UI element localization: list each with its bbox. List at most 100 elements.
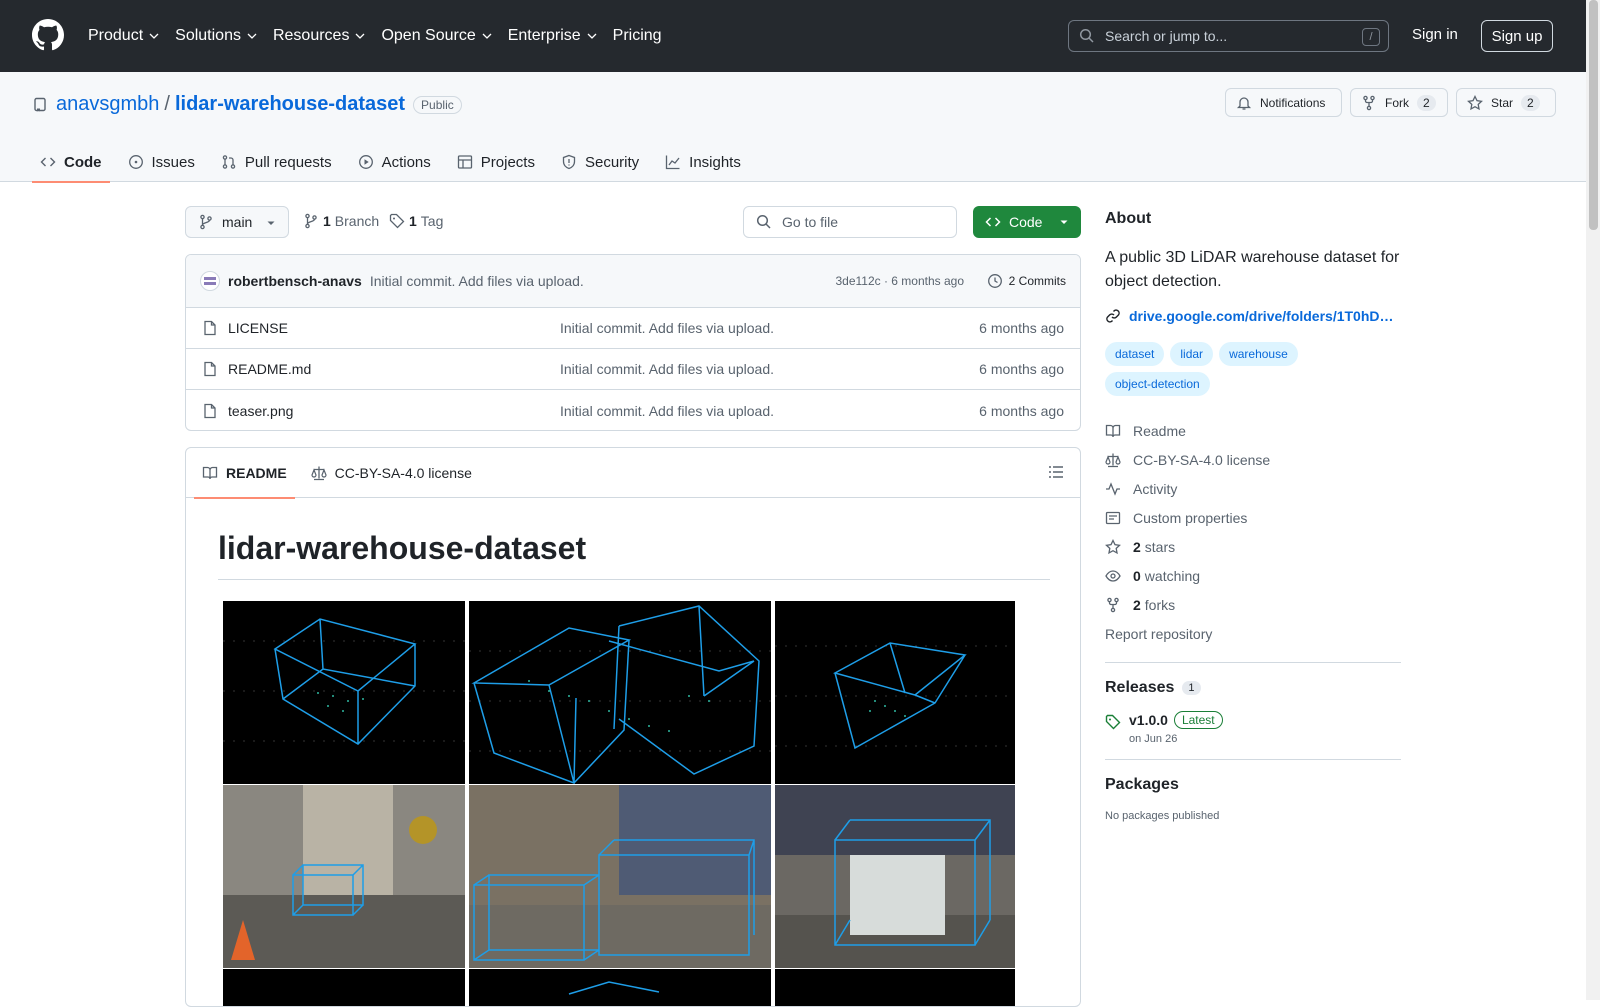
topic-tag[interactable]: lidar [1170,342,1214,366]
forks-link[interactable]: 2 forks [1105,590,1401,619]
tab-pull-requests[interactable]: Pull requests [213,142,340,182]
file-name-link[interactable]: LICENSE [228,320,288,336]
tags-link[interactable]: 1 Tag [389,213,443,229]
avatar[interactable] [200,271,220,291]
nav-product[interactable]: Product [88,27,160,45]
list-icon[interactable] [1048,464,1064,480]
custom-properties-label: Custom properties [1133,509,1248,526]
lidar-pointcloud-image [469,969,771,1006]
scrollbar-thumb[interactable] [1589,0,1598,230]
sign-up-button[interactable]: Sign up [1481,20,1553,52]
topic-tag[interactable]: warehouse [1219,342,1298,366]
topic-tag[interactable]: object-detection [1105,372,1210,396]
code-icon [40,157,56,167]
table-row[interactable]: LICENSE Initial commit. Add files via up… [186,308,1080,349]
table-row[interactable]: teaser.png Initial commit. Add files via… [186,390,1080,430]
notifications-label: Notifications [1260,95,1326,110]
stars-link[interactable]: 2 stars [1105,532,1401,561]
watching-count: 0 [1133,567,1141,584]
nav-pricing[interactable]: Pricing [613,27,662,45]
repo-title: anavsgmbh / lidar-warehouse-dataset Publ… [32,93,462,116]
file-commit-message[interactable]: Initial commit. Add files via upload. [560,320,774,336]
lidar-pointcloud-image [223,969,465,1006]
file-icon [204,403,216,418]
file-age: 6 months ago [979,320,1064,336]
tab-issues[interactable]: Issues [120,142,203,182]
commits-link[interactable]: 2 Commits [987,273,1066,289]
search-input[interactable]: Search or jump to... / [1068,20,1389,52]
tab-label: Projects [480,153,535,171]
tab-label: README [226,464,287,481]
releases-heading[interactable]: Releases 1 [1105,679,1401,697]
bounding-box-overlay [469,605,771,784]
file-commit-message[interactable]: Initial commit. Add files via upload. [560,403,774,419]
file-name-link[interactable]: README.md [228,361,311,377]
chevron-down-icon [355,33,365,39]
readme-link[interactable]: Readme [1105,416,1401,445]
bell-icon [1236,96,1252,110]
github-logo-icon[interactable] [32,19,64,51]
tab-readme[interactable]: README [194,448,295,499]
nav-solutions[interactable]: Solutions [175,27,258,45]
branch-selector[interactable]: main [185,206,289,238]
fork-button[interactable]: Fork 2 [1350,88,1448,117]
fork-icon [1107,597,1119,612]
homepage-link[interactable]: drive.google.com/drive/folders/1T0hD… [1105,308,1401,324]
tag-icon [1105,714,1121,730]
commit-message-link[interactable]: Initial commit. Add files via upload. [370,273,584,289]
branches-link[interactable]: 1 Branch [303,213,379,229]
star-button[interactable]: Star 2 [1456,88,1556,117]
repo-name-link[interactable]: lidar-warehouse-dataset [175,93,405,116]
warehouse-photo [775,785,1015,968]
sign-in-link[interactable]: Sign in [1412,26,1458,43]
watching-link[interactable]: 0 watching [1105,561,1401,590]
nav-enterprise[interactable]: Enterprise [508,27,598,45]
nav-label: Solutions [175,27,241,44]
repo-owner-link[interactable]: anavsgmbh [56,93,159,116]
file-commit-message[interactable]: Initial commit. Add files via upload. [560,361,774,377]
go-to-file-input[interactable]: Go to file [743,206,957,238]
lidar-pointcloud-image [775,969,1015,1006]
readme-title: lidar-warehouse-dataset [218,530,1050,580]
topic-tag[interactable]: dataset [1105,342,1165,366]
divider [1105,662,1401,663]
tab-security[interactable]: Security [553,142,647,182]
file-name-link[interactable]: teaser.png [228,403,293,419]
eye-icon [1105,569,1121,582]
star-count: 2 [1521,94,1540,111]
lidar-pointcloud-image [775,601,1015,784]
release-date: on Jun 26 [1129,733,1178,745]
bounding-box-overlay [775,642,1015,750]
no-packages-text: No packages published [1105,810,1220,822]
file-age: 6 months ago [979,402,1064,419]
readme-label: Readme [1133,422,1186,439]
release-item[interactable]: v1.0.0 Latest on Jun 26 [1105,711,1401,745]
table-row[interactable]: README.md Initial commit. Add files via … [186,349,1080,390]
code-button-label: Code [1009,214,1043,230]
activity-link[interactable]: Activity [1105,474,1401,503]
notifications-button[interactable]: Notifications [1225,88,1342,117]
tab-license[interactable]: CC-BY-SA-4.0 license [303,448,480,498]
law-icon [1105,453,1121,467]
nav-label: Product [88,27,144,44]
code-dropdown-button[interactable]: Code [973,206,1081,238]
tab-projects[interactable]: Projects [449,142,543,182]
commit-hash-time[interactable]: 3de112c · 6 months ago [835,274,964,288]
custom-properties-link[interactable]: Custom properties [1105,503,1401,532]
tab-insights[interactable]: Insights [657,142,749,182]
commit-author-link[interactable]: robertbensch-anavs [228,273,362,289]
report-repository-link[interactable]: Report repository [1105,619,1401,648]
packages-heading[interactable]: Packages [1105,776,1401,794]
go-to-file-placeholder: Go to file [782,214,839,230]
repo-description: A public 3D LiDAR warehouse dataset for … [1105,249,1400,290]
nav-open-source[interactable]: Open Source [381,27,492,45]
about-sidebar: About A public 3D LiDAR warehouse datase… [1105,210,1401,822]
tab-actions[interactable]: Actions [350,142,439,182]
commits-count: 2 Commits [1008,274,1066,288]
tab-code[interactable]: Code [32,142,110,183]
nav-resources[interactable]: Resources [273,27,366,45]
watching-label: watching [1144,567,1201,584]
license-link[interactable]: CC-BY-SA-4.0 license [1105,445,1401,474]
search-icon [1079,28,1094,43]
forks-count: 2 [1133,596,1141,613]
